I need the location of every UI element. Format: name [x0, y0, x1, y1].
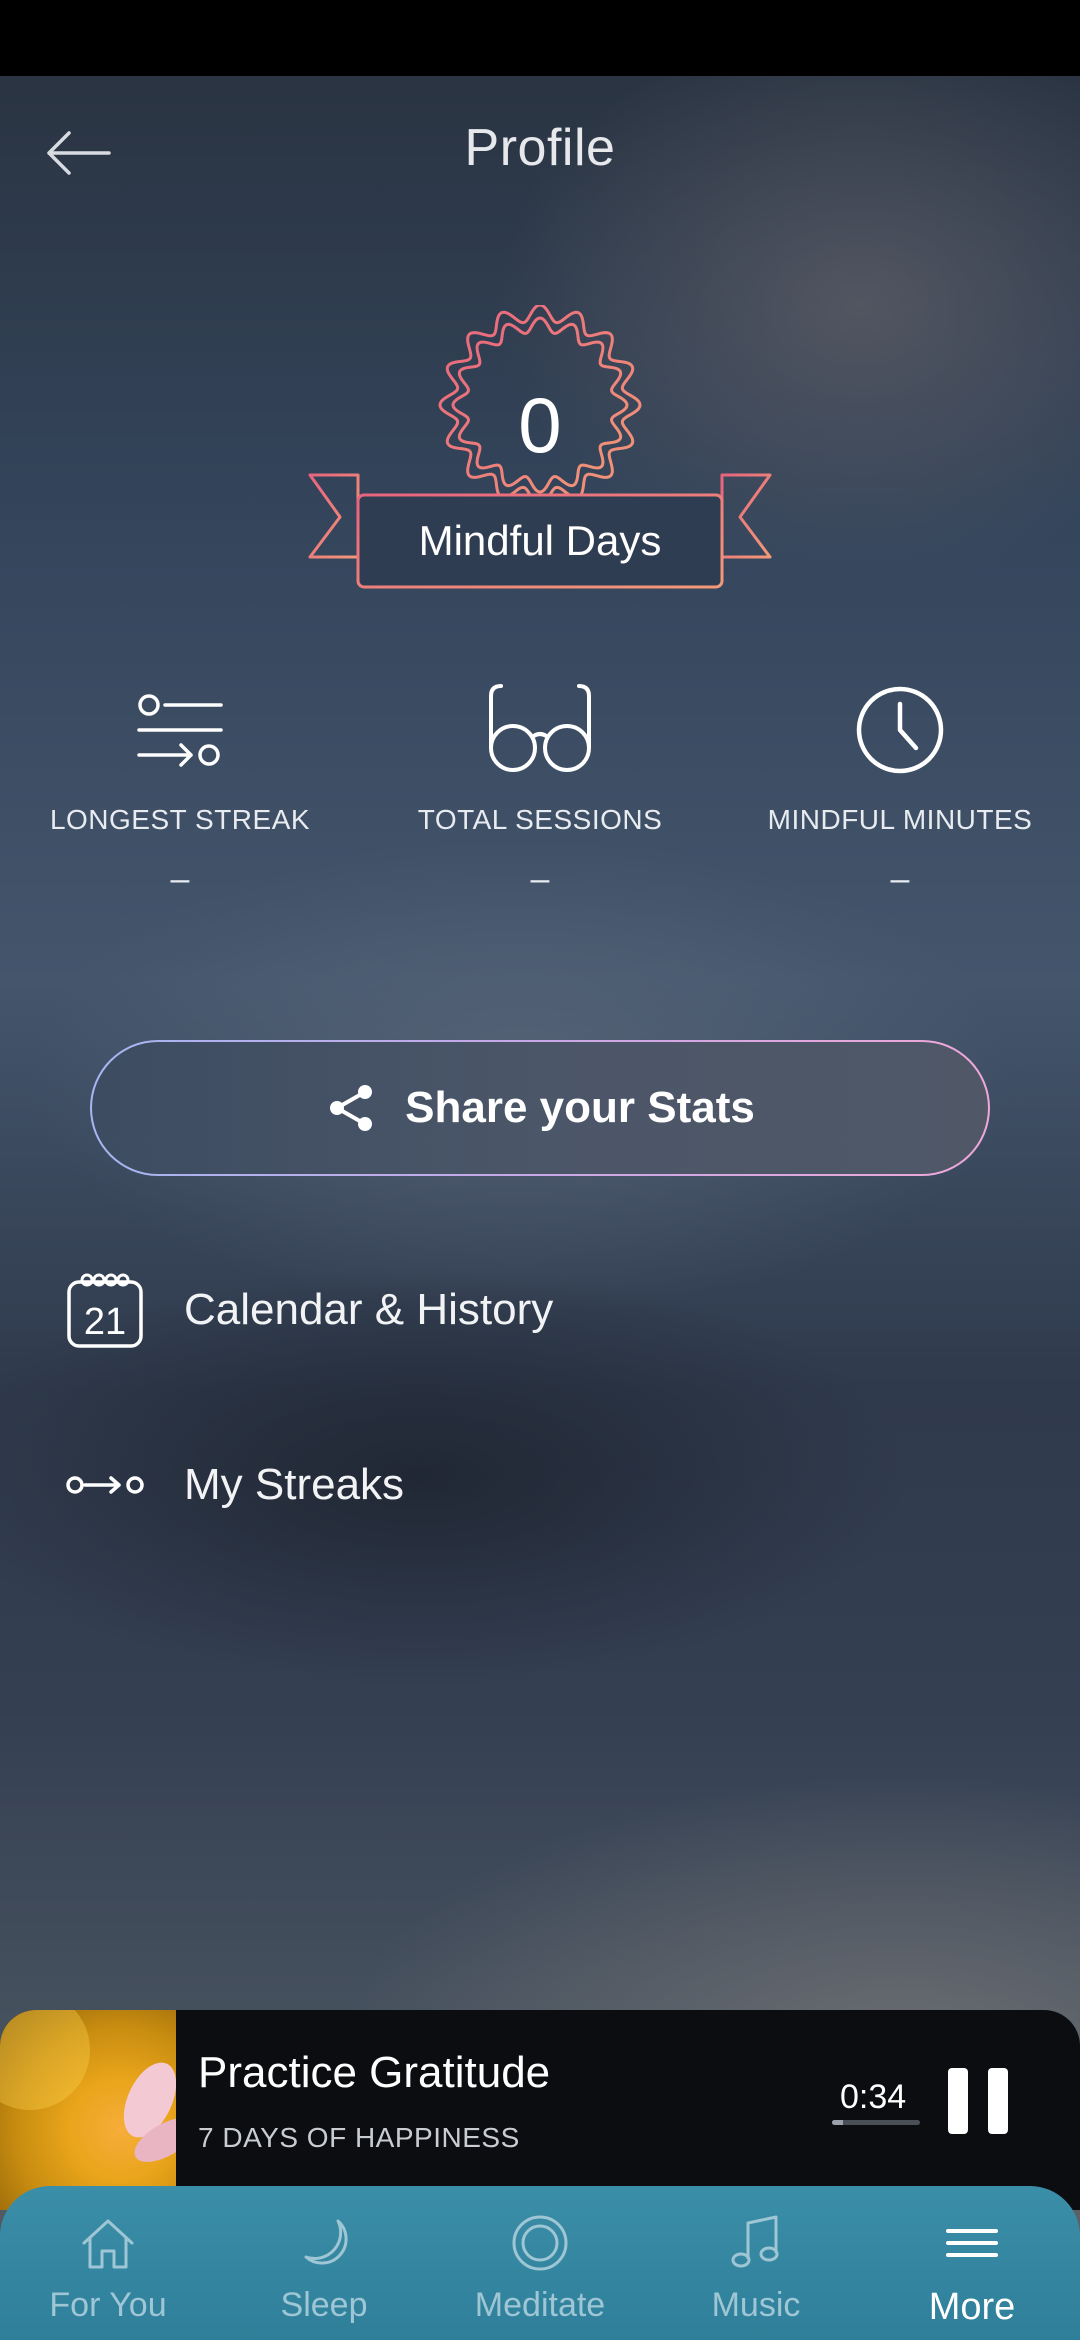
moon-icon [304, 2219, 348, 2265]
bottom-tab-bar: For You Sleep Meditate Music More [0, 2186, 1080, 2340]
track-artwork [0, 2010, 196, 2210]
calendar-day: 21 [84, 1301, 126, 1343]
tab-sleep[interactable]: Sleep [216, 2208, 432, 2325]
tab-for-you[interactable]: For You [0, 2208, 216, 2325]
menu-label: My Streaks [184, 1460, 405, 1509]
share-label: Share your Stats [405, 1083, 755, 1132]
stat-total-sessions: TOTAL SESSIONS – [390, 680, 690, 899]
music-note-icon [731, 2215, 779, 2268]
stat-value: – [530, 860, 550, 898]
mindful-days-label: Mindful Days [418, 517, 662, 564]
streak-icon [137, 694, 223, 767]
playback-time: 0:34 [840, 2078, 907, 2116]
stat-longest-streak: LONGEST STREAK – [30, 680, 330, 899]
mindful-days-badge: 0 Mindful Days [300, 305, 780, 595]
stat-value: – [890, 860, 910, 898]
stat-label: TOTAL SESSIONS [417, 804, 663, 835]
pause-button[interactable] [948, 2068, 1008, 2134]
page-title: Profile [464, 119, 616, 177]
progress-fill [832, 2120, 843, 2125]
mindful-days-count: 0 [518, 381, 562, 469]
share-icon [330, 1085, 373, 1131]
track-title: Practice Gratitude [198, 2048, 551, 2097]
clock-icon [856, 686, 944, 774]
tab-label: Music [711, 2286, 801, 2324]
tab-label: Sleep [280, 2286, 368, 2324]
pause-icon [948, 2068, 968, 2134]
menu-label: Calendar & History [184, 1285, 554, 1334]
stat-value: – [170, 860, 190, 898]
now-playing-bar[interactable]: Practice Gratitude 7 DAYS OF HAPPINESS 0… [0, 2010, 1080, 2210]
track-subtitle: 7 DAYS OF HAPPINESS [198, 2122, 520, 2153]
tab-label: For You [49, 2286, 167, 2324]
glasses-icon [489, 684, 591, 772]
streaks-icon [66, 1476, 144, 1494]
tab-music[interactable]: Music [648, 2208, 864, 2325]
menu-item-my-streaks[interactable]: My Streaks [62, 1430, 1022, 1540]
meditate-icon [512, 2215, 568, 2271]
tab-label: More [928, 2286, 1016, 2328]
stat-label: LONGEST STREAK [49, 804, 311, 835]
pause-icon [988, 2068, 1008, 2134]
calendar-icon: 21 [67, 1273, 143, 1348]
home-icon [82, 2219, 134, 2269]
flower-image [0, 2010, 196, 2162]
stat-mindful-minutes: MINDFUL MINUTES – [750, 680, 1050, 899]
share-stats-button[interactable]: Share your Stats [90, 1040, 990, 1176]
stats-row: LONGEST STREAK – TOTAL SESSIONS – MINDFU… [0, 680, 1080, 910]
menu-icon [946, 2229, 998, 2257]
stat-label: MINDFUL MINUTES [767, 804, 1033, 835]
tab-more[interactable]: More [864, 2208, 1080, 2329]
status-bar [0, 0, 1080, 76]
playback-progress[interactable] [832, 2120, 920, 2125]
menu-item-calendar-history[interactable]: 21 Calendar & History [62, 1255, 1022, 1365]
tab-label: Meditate [474, 2286, 606, 2324]
tab-meditate[interactable]: Meditate [432, 2208, 648, 2325]
